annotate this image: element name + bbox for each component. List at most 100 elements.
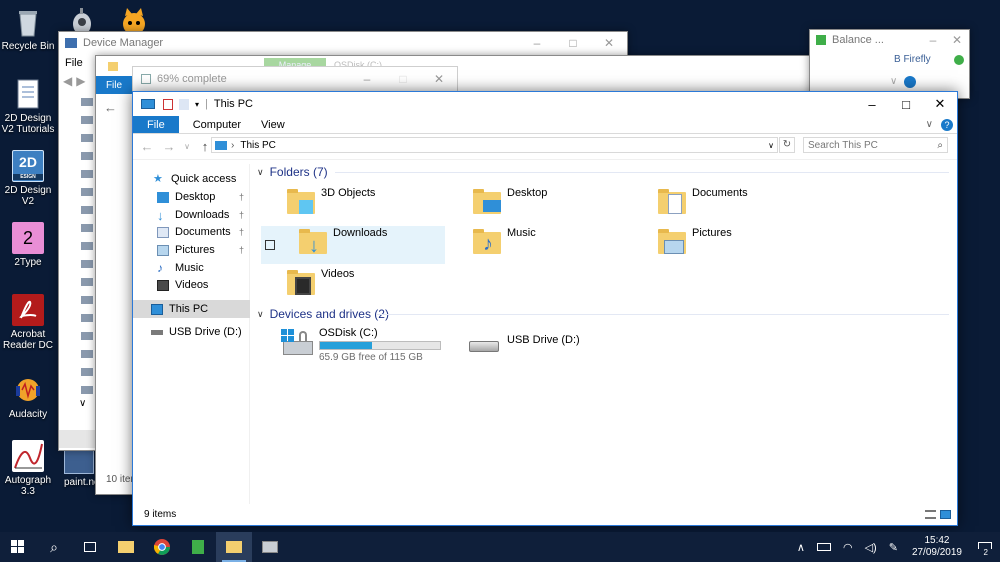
task-view-button[interactable] [72,532,108,562]
pin-icon[interactable]: † [239,210,244,220]
tab-computer[interactable]: Computer [179,116,251,133]
maximize-button[interactable]: □ [385,67,421,91]
address-bar[interactable]: › This PC ∨ [211,137,778,153]
desktop-icon-2type[interactable]: 2 2Type [0,222,56,268]
properties-icon[interactable] [163,98,173,110]
2d-design-badge: ESIGN [13,174,43,180]
maximize-button[interactable]: □ [889,92,923,116]
taskbar-device-manager[interactable] [252,532,288,562]
pin-icon[interactable]: † [239,192,244,202]
tab-file[interactable]: File [133,116,179,133]
menu-item-file[interactable]: File [65,57,83,69]
folder-label: Downloads [333,227,388,239]
battery-icon[interactable] [816,543,831,551]
clock[interactable]: 15:42 27/09/2019 [904,535,970,559]
selection-checkbox[interactable] [265,240,275,250]
folder-3d-objects[interactable]: 3D Objects [285,186,471,224]
pin-icon[interactable]: † [239,227,244,237]
wifi-icon[interactable]: ◠ [837,541,859,554]
balance-window[interactable]: Balance ... – ✕ B Firefly ∨ [809,29,970,99]
keyboard-icon[interactable]: ✎ [883,541,904,554]
desktop-icon-recycle-bin[interactable]: Recycle Bin [0,6,56,52]
start-button[interactable] [0,532,36,562]
explorer-window[interactable]: ▾ | This PC – □ ✕ File Computer View ∨ ?… [132,91,958,526]
nav-item-quick-access[interactable]: ★ Quick access [133,170,250,188]
volume-icon[interactable]: ◁) [859,541,883,554]
folder-desktop[interactable]: Desktop [471,186,657,224]
recent-dropdown-icon[interactable]: ∨ [183,142,191,151]
ribbon-tab-file[interactable]: File [96,76,132,94]
desktop-icon-2d-design[interactable]: 2D ESIGN 2D Design V2 [0,150,56,207]
nav-item-usb-drive[interactable]: USB Drive (D:) [133,323,250,341]
taskbar-file-explorer-pinned[interactable] [108,532,144,562]
back-arrow-icon[interactable]: ← [104,100,117,115]
search-button[interactable]: ⌕ [36,532,72,562]
help-icon[interactable]: ? [941,118,953,131]
windows-icon [11,540,24,553]
search-input[interactable]: Search This PC ⌕ [803,137,948,153]
minimize-button[interactable]: – [349,67,385,91]
details-view-icon[interactable] [925,509,936,519]
maximize-button[interactable]: □ [555,32,591,54]
chevron-down-icon[interactable]: ∨ [890,76,897,87]
back-arrow-icon[interactable]: ← [139,139,155,154]
breadcrumb-chevron-icon[interactable]: › [231,140,234,151]
group-divider [335,172,949,173]
desktop-icon-autograph[interactable]: Autograph 3.3 [0,440,56,497]
collapse-chevron-icon[interactable]: ∨ [257,309,264,320]
help-icon[interactable] [904,76,916,88]
address-dropdown-icon[interactable]: ∨ [768,141,777,150]
drive-usage-bar [319,341,441,350]
nav-item-downloads[interactable]: ↓ Downloads † [133,206,250,224]
show-hidden-icons-button[interactable]: ∧ [791,541,811,554]
drive-usb[interactable]: USB Drive (D:) [467,327,657,367]
taskbar-chrome[interactable] [144,532,180,562]
large-icons-view-icon[interactable] [940,509,951,519]
nav-label: Documents [175,226,231,238]
nav-item-desktop[interactable]: Desktop † [133,188,250,206]
tab-view[interactable]: View [251,116,295,133]
folder-music[interactable]: ♪ Music [471,226,657,264]
expand-chevron-icon[interactable]: ∨ [79,398,86,409]
folder-videos[interactable]: Videos [285,267,471,305]
desktop-icon-acrobat[interactable]: Acrobat Reader DC [0,294,56,351]
desktop-icon-audacity[interactable]: Audacity [0,374,56,420]
folder-icon [118,541,134,553]
pin-icon[interactable]: † [239,245,244,255]
close-button[interactable]: ✕ [591,32,627,54]
forward-arrow-icon[interactable]: ▶ [76,74,85,88]
new-folder-icon[interactable] [179,98,189,110]
nav-item-videos[interactable]: Videos [133,276,250,294]
copy-progress-dialog[interactable]: 69% complete – □ ✕ [132,66,458,92]
desktop-icon-paint[interactable]: paint.ne [60,446,100,488]
back-arrow-icon[interactable]: ◀ [63,74,72,88]
refresh-button[interactable]: ↻ [779,137,795,153]
desktop-icon-2d-design-tutorials[interactable]: 2D Design V2 Tutorials [0,78,56,135]
minimize-button[interactable]: – [519,32,555,54]
qat-dropdown-icon[interactable]: ▾ [195,100,199,109]
close-button[interactable]: ✕ [421,67,457,91]
devices-group-header[interactable]: ∨ Devices and drives (2) [257,306,389,322]
nav-item-music[interactable]: ♪ Music [133,259,250,277]
minimize-button[interactable]: – [921,30,945,50]
folders-group-header[interactable]: ∨ Folders (7) [257,164,328,180]
forward-arrow-icon[interactable]: → [161,139,177,154]
folder-pictures[interactable]: Pictures [656,226,842,264]
close-button[interactable]: ✕ [945,30,969,50]
breadcrumb-this-pc[interactable]: This PC [240,140,276,151]
folder-downloads[interactable]: ↓ Downloads [261,226,445,264]
group-title: Folders (7) [269,165,328,179]
nav-item-pictures[interactable]: Pictures † [133,241,250,259]
collapse-chevron-icon[interactable]: ∨ [257,167,264,178]
folder-documents[interactable]: Documents [656,186,842,224]
taskbar-file-explorer[interactable] [216,532,252,562]
nav-item-this-pc[interactable]: This PC [133,300,250,318]
drive-osdisk[interactable]: OSDisk (C:) 65.9 GB free of 115 GB [281,327,471,367]
ribbon-expand-icon[interactable]: ∨ [926,119,933,130]
close-button[interactable]: ✕ [923,92,957,116]
desktop-icon-label: Recycle Bin [1,41,55,52]
notifications-button[interactable]: 2 [970,532,1000,562]
taskbar-firefly[interactable] [180,532,216,562]
nav-item-documents[interactable]: Documents † [133,223,250,241]
minimize-button[interactable]: – [855,92,889,116]
